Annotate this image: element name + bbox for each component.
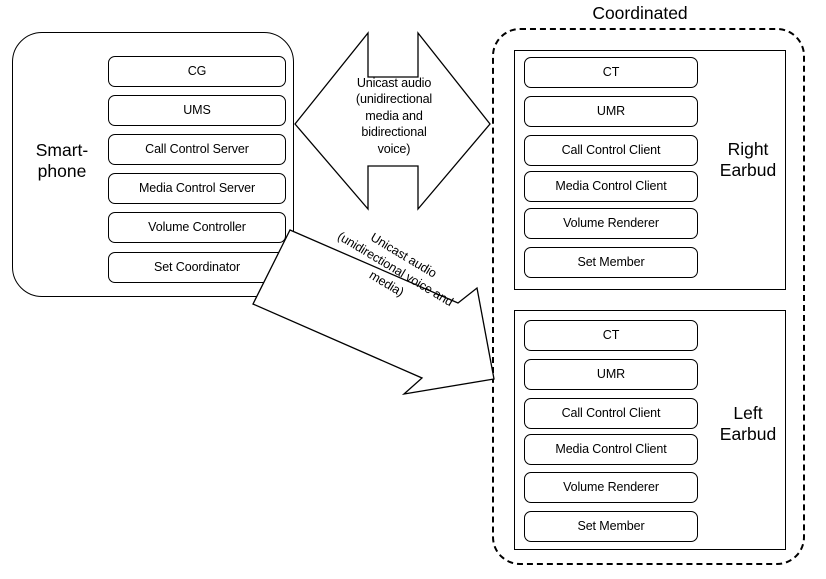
right-earbud-component-ct[interactable]: CT [524,57,698,88]
right-earbud-label: Right Earbud [700,139,796,181]
smartphone-component-cg[interactable]: CG [108,56,286,87]
architecture-diagram: Smart- phone CG UMS Call Control Server … [0,0,826,579]
smartphone-component-ums[interactable]: UMS [108,95,286,126]
bidirectional-arrow-label: Unicast audio (unidirectional media and … [330,75,458,157]
bidirectional-arrow-label-line4: bidirectional [361,125,427,140]
bidirectional-arrow-label-line5: voice) [377,141,411,156]
smartphone-component-media-control-server[interactable]: Media Control Server [108,173,286,204]
left-earbud-component-ct[interactable]: CT [524,320,698,351]
bidirectional-arrow-label-line2: (unidirectional [355,92,433,107]
left-earbud-component-media-control-client[interactable]: Media Control Client [524,434,698,465]
left-earbud-component-call-control-client[interactable]: Call Control Client [524,398,698,429]
smartphone-component-set-coordinator[interactable]: Set Coordinator [108,252,286,283]
left-earbud-label: Left Earbud [700,403,796,445]
right-earbud-component-umr[interactable]: UMR [524,96,698,127]
smartphone-component-volume-controller[interactable]: Volume Controller [108,212,286,243]
left-earbud-label-line2: Earbud [719,424,777,444]
left-earbud-component-set-member[interactable]: Set Member [524,511,698,542]
diagonal-arrow-label-line2: (unidirectional voice and [334,229,456,310]
coordinated-set-label: Coordinated [560,3,720,23]
bidirectional-arrow-label-line3: media and [365,108,423,123]
right-earbud-label-line1: Right [727,139,769,159]
smartphone-label-line1: Smart- [35,140,89,160]
right-earbud-label-line2: Earbud [719,160,777,180]
left-earbud-component-volume-renderer[interactable]: Volume Renderer [524,472,698,503]
left-earbud-component-umr[interactable]: UMR [524,359,698,390]
right-earbud-component-set-member[interactable]: Set Member [524,247,698,278]
right-earbud-component-volume-renderer[interactable]: Volume Renderer [524,208,698,239]
diagonal-arrow-label: Unicast audio (unidirectional voice and … [301,200,489,340]
left-earbud-label-line1: Left [733,403,763,423]
right-earbud-component-call-control-client[interactable]: Call Control Client [524,135,698,166]
bidirectional-arrow-label-line1: Unicast audio [356,76,432,90]
smartphone-label: Smart- phone [16,140,108,182]
smartphone-label-line2: phone [37,161,87,181]
right-earbud-component-media-control-client[interactable]: Media Control Client [524,171,698,202]
smartphone-component-call-control-server[interactable]: Call Control Server [108,134,286,165]
